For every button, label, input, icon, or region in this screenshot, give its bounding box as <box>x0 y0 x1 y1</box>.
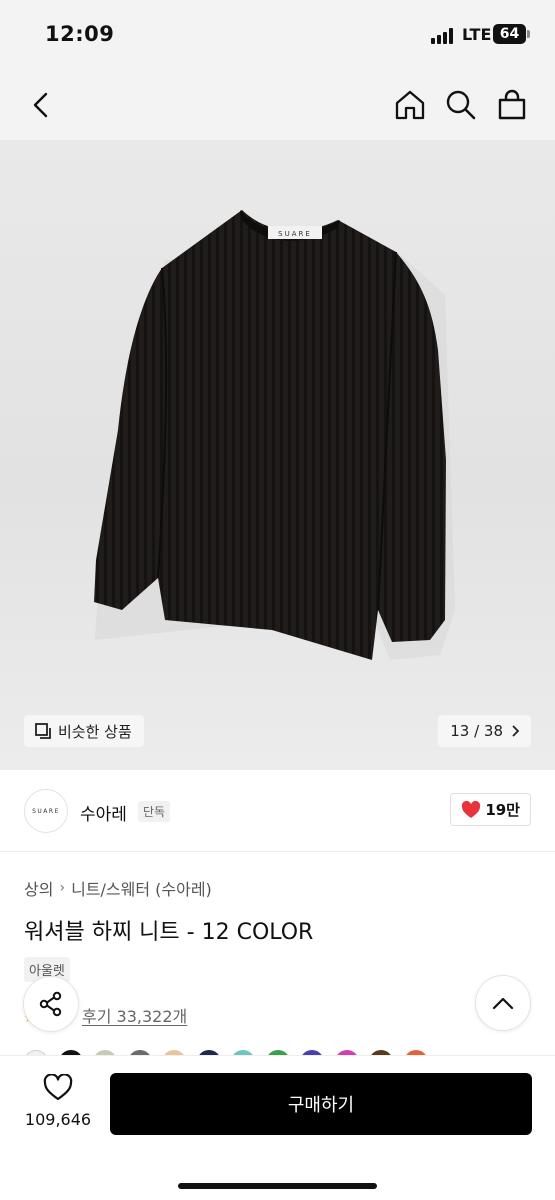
similar-products-button[interactable]: 비슷한 상품 <box>24 715 144 747</box>
home-button[interactable] <box>389 84 431 126</box>
shopping-bag-icon <box>498 89 526 120</box>
breadcrumb-subcategory[interactable]: 니트/스웨터 (수아레) <box>71 876 212 900</box>
search-button[interactable] <box>440 84 482 126</box>
product-title: 워셔블 하찌 니트 - 12 COLOR <box>24 920 314 945</box>
status-time: 12:09 <box>45 22 115 46</box>
chevron-left-icon <box>33 92 48 118</box>
search-icon <box>446 90 476 120</box>
signal-icon <box>431 28 455 44</box>
similar-items-icon <box>35 723 51 739</box>
product-image-carousel[interactable]: SUARE 비슷한 상품 13 / 38 <box>0 140 555 770</box>
sweater-image: SUARE <box>94 210 455 660</box>
battery-icon: 64 <box>493 24 530 44</box>
breadcrumb-category[interactable]: 상의 <box>24 876 53 900</box>
cart-button[interactable] <box>491 84 533 126</box>
chevron-right-icon: › <box>59 880 66 896</box>
heart-icon <box>462 800 481 818</box>
home-indicator <box>178 1183 377 1189</box>
brand-like-button[interactable]: 19만 <box>450 793 531 826</box>
exclusive-badge: 단독 <box>138 801 171 822</box>
bottom-action-bar: 109,646 구매하기 <box>0 1055 555 1200</box>
heart-outline-icon <box>43 1073 73 1101</box>
network-label: LTE <box>462 25 492 44</box>
brand-row: SUARE 수아레 단독 19만 <box>0 770 555 852</box>
share-icon <box>39 991 62 1017</box>
brand-name[interactable]: 수아레 <box>80 800 127 825</box>
chevron-up-icon <box>492 997 514 1010</box>
brand-logo[interactable]: SUARE <box>24 789 68 833</box>
sweater-label-text: SUARE <box>278 230 312 238</box>
home-icon <box>395 90 425 120</box>
image-counter: 13 / 38 <box>450 722 503 740</box>
product-like-button[interactable]: 109,646 <box>22 1073 94 1129</box>
status-bar: 12:09 LTE 64 <box>0 0 555 70</box>
top-nav <box>0 70 555 140</box>
back-button[interactable] <box>20 84 62 126</box>
scroll-top-button[interactable] <box>475 975 531 1031</box>
similar-products-label: 비슷한 상품 <box>58 722 132 741</box>
buy-button[interactable]: 구매하기 <box>110 1073 532 1135</box>
breadcrumb: 상의 › 니트/스웨터 (수아레) <box>24 876 212 900</box>
product-like-count: 109,646 <box>24 1110 92 1129</box>
image-counter-button[interactable]: 13 / 38 <box>438 715 531 747</box>
brand-like-count: 19만 <box>485 801 520 819</box>
reviews-link[interactable]: 후기 33,322개 <box>82 1003 187 1027</box>
chevron-right-icon <box>512 725 519 737</box>
share-button[interactable] <box>23 976 79 1032</box>
